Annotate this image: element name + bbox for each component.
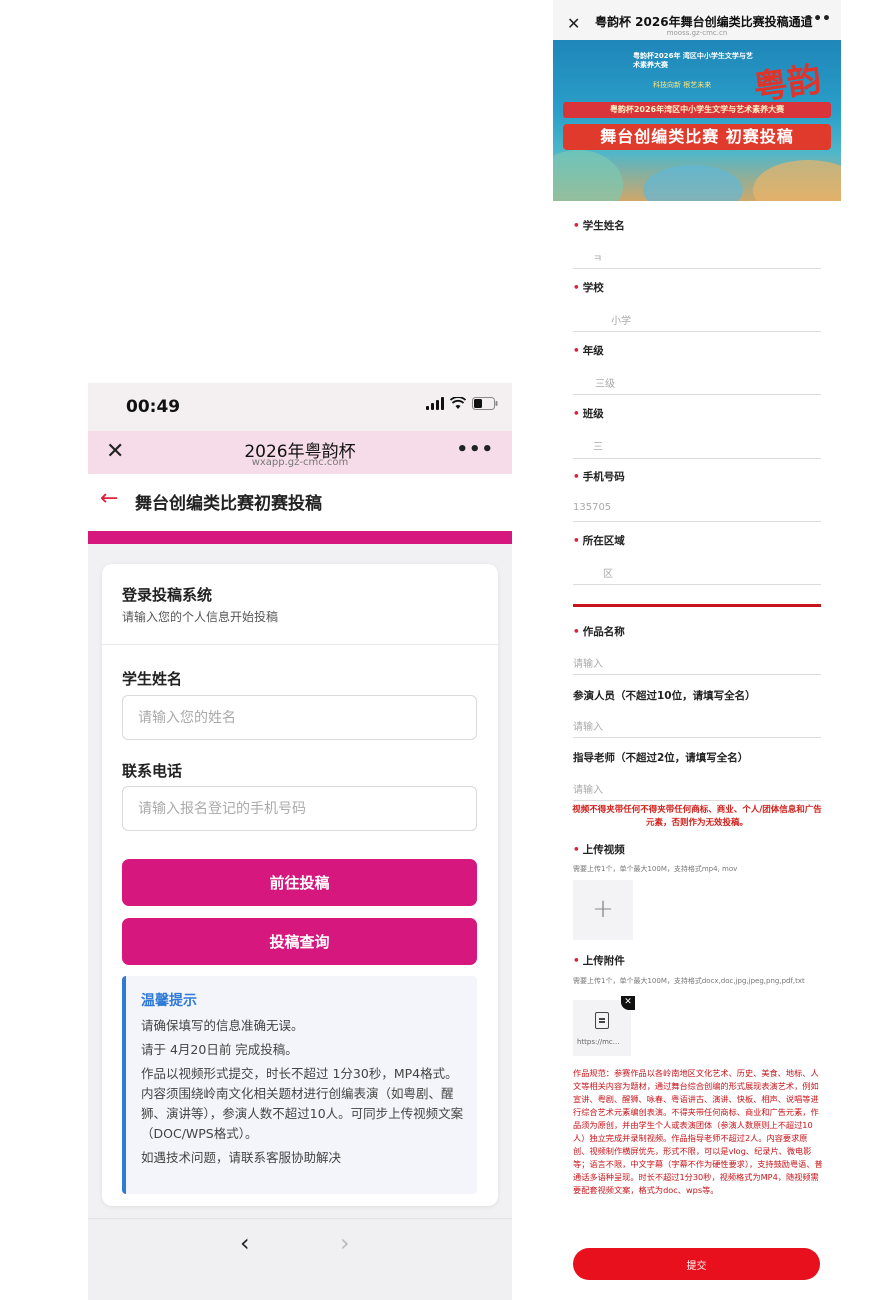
performers-input[interactable]: 请输入 [573,718,603,733]
nav-url: mooss.gz-cmc.cn [666,29,728,37]
banner-slogan: 科技向新 根艺未来 [653,81,712,89]
login-card: 登录投稿系统 请输入您的个人信息开始投稿 学生姓名 联系电话 前往投稿 投稿查询… [102,564,498,1206]
right-phone-screen: ✕ 粤韵杯 2026年舞台创编类比赛投稿通道 mooss.gz-cmc.cn •… [553,0,841,1300]
banner-decoration [753,160,841,201]
divider [102,644,498,645]
back-chevron-icon[interactable]: ‹ [240,1229,250,1257]
submit-button[interactable]: 提交 [573,1248,820,1280]
teachers-input[interactable]: 请输入 [573,781,603,796]
mini-program-nav-bar: ✕ 粤韵杯 2026年舞台创编类比赛投稿通道 mooss.gz-cmc.cn •… [553,0,841,40]
field-label-teachers: 指导老师（不超过2位，请填写全名） [573,752,749,764]
left-phone-screen: 00:49 ✕ 2026年粤韵杯 wxapp.gz-cmc.com ••• ← … [88,383,512,1300]
page-header: ← 舞台创编类比赛初赛投稿 [88,474,512,531]
field-underline [573,458,821,459]
nav-url: wxapp.gz-cmc.com [251,457,349,468]
wifi-icon [450,397,466,409]
field-underline [573,521,821,522]
name-input[interactable] [122,695,477,740]
field-underline [573,737,821,738]
delete-file-icon[interactable]: ✕ [621,996,635,1010]
banner-logo: 粤韵 [751,59,824,109]
card-title: 登录投稿系统 [122,586,213,604]
system-icons [426,397,498,410]
banner-decoration [553,150,623,201]
back-arrow-icon[interactable]: ← [100,486,118,511]
field-value-school[interactable]: 小学 [611,312,631,327]
contest-banner: 粤韵杯2026年 湾区中小学生文学与艺术素养大赛 科技向新 根艺未来 粤韵 粤韵… [553,40,841,201]
uploaded-file-thumbnail[interactable]: https://mc... ✕ [573,996,635,1056]
work-name-input[interactable]: 请输入 [573,655,603,670]
forward-chevron-icon[interactable]: › [340,1229,350,1257]
field-value-grade[interactable]: 三级 [595,375,615,390]
phone-label: 联系电话 [122,762,183,780]
signal-icon [426,397,444,410]
field-label-work-name: • 作品名称 [573,626,625,638]
uploaded-file-name: https://mc... [577,1038,620,1046]
more-icon[interactable]: ••• [456,439,494,460]
tip-line: 如遇技术问题，请联系客服协助解决 [141,1150,342,1165]
query-entry-button[interactable]: 投稿查询 [122,918,477,965]
field-value-class[interactable]: 三 [593,438,603,453]
banner-decoration [643,165,743,201]
field-label-school: • 学校 [573,282,604,294]
tip-line: 请于 4月20日前 完成投稿。 [141,1042,298,1057]
field-value-student-name[interactable]: ㅋ [593,250,602,265]
tips-title: 温馨提示 [141,993,197,1009]
field-underline [573,268,821,269]
upload-video-button[interactable]: + [573,880,633,940]
field-label-performers: 参演人员（不超过10位，请填写全名） [573,690,756,702]
banner-ribbon: 粤韵杯2026年湾区中小学生文学与艺术素养大赛 [563,102,831,118]
mini-program-nav-bar: ✕ 2026年粤韵杯 wxapp.gz-cmc.com ••• [88,431,512,474]
field-underline [573,584,821,585]
banner-title: 舞台创编类比赛 初赛投稿 [563,124,831,150]
status-bar: 00:49 [88,383,512,431]
upload-video-note: 需要上传1个，单个最大100M，支持格式mp4, mov [573,865,738,873]
upload-video-label: • 上传视频 [573,844,625,856]
nav-title: 粤韵杯 2026年舞台创编类比赛投稿通道 [595,15,813,29]
field-label-class: • 班级 [573,408,604,420]
name-label: 学生姓名 [122,670,183,688]
more-icon[interactable]: ••• [804,11,831,27]
field-underline [573,674,821,675]
field-label-student-name: • 学生姓名 [573,220,625,232]
banner-subtitle: 粤韵杯2026年 湾区中小学生文学与艺术素养大赛 [633,52,753,69]
video-warning: 视频不得夹带任何不得夹带任何商标、商业、个人/团体信息和广告元素，否则作为无效投… [572,805,822,828]
tips-box: 温馨提示 请确保填写的信息准确无误。 请于 4月20日前 完成投稿。 作品以视频… [122,976,477,1194]
section-separator [573,604,821,607]
bottom-nav-bar: ‹ › [88,1218,512,1300]
page-title: 舞台创编类比赛初赛投稿 [135,494,322,514]
field-label-grade: • 年级 [573,345,604,357]
submit-entry-button[interactable]: 前往投稿 [122,859,477,906]
field-underline [573,394,821,395]
upload-attachment-label: • 上传附件 [573,955,625,967]
phone-input[interactable] [122,786,477,831]
document-icon [595,1012,609,1029]
tip-line: 作品以视频形式提交，时长不超过 1分30秒，MP4格式。内容须围绕岭南文化相关题… [141,1066,464,1141]
accent-bar [88,531,512,544]
tip-line: 请确保填写的信息准确无误。 [141,1018,304,1033]
card-subtitle: 请输入您的个人信息开始投稿 [122,610,279,624]
field-label-region: • 所在区域 [573,535,625,547]
field-underline [573,800,821,801]
field-value-phone[interactable]: 135705 [573,502,611,513]
battery-icon [472,397,498,410]
status-time: 00:49 [126,397,181,417]
field-label-phone: • 手机号码 [573,471,625,483]
submission-rules: 作品规范：参赛作品以各岭南地区文化艺术、历史、美食、地标、人文等相关内容为题材，… [573,1068,823,1195]
upload-attachment-note: 需要上传1个，单个最大100M，支持格式docx,doc,jpg,jpeg,pn… [573,977,805,985]
field-value-region[interactable]: 区 [603,565,613,580]
field-underline [573,331,821,332]
